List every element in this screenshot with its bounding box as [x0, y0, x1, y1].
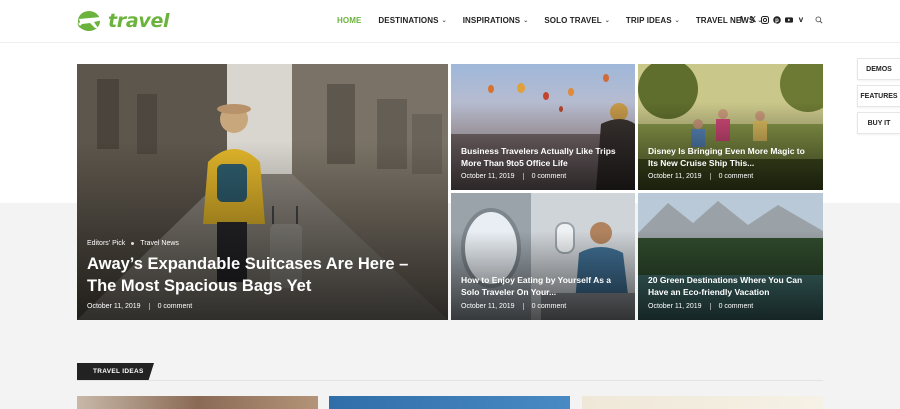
search-icon[interactable] [815, 15, 823, 25]
comment-count[interactable]: 0 comment [532, 173, 567, 180]
post-card[interactable]: Disney Is Bringing Even More Magic to It… [638, 64, 823, 190]
chevron-down-icon: ⌄ [441, 18, 447, 24]
chevron-down-icon: ⌄ [604, 18, 610, 24]
post-meta: October 11, 2019 0 comment [461, 303, 566, 310]
post-date: October 11, 2019 [648, 303, 702, 310]
section-heading: TRAVEL IDEAS [77, 363, 154, 380]
post-meta: October 11, 2019 0 comment [648, 173, 753, 180]
post-title[interactable]: How to Enjoy Eating by Yourself As a Sol… [461, 274, 626, 298]
section-divider [77, 380, 823, 381]
post-meta: October 11, 2019 0 comment [461, 173, 566, 180]
side-panel: DEMOS FEATURES BUY IT [857, 58, 900, 139]
logo-text: travel [108, 10, 170, 32]
meta-divider [522, 303, 524, 310]
nav-label: DESTINATIONS [378, 16, 439, 25]
separator-dot [131, 242, 135, 245]
nav-label: HOME [337, 16, 362, 25]
main-nav: HOME DESTINATIONS ⌄ INSPIRATIONS ⌄ SOLO TR… [337, 16, 779, 25]
post-title[interactable]: Business Travelers Actually Like Trips M… [461, 145, 626, 169]
meta-divider [522, 173, 524, 180]
site-header: travel HOME DESTINATIONS ⌄ INSPIRATIONS ⌄ … [0, 0, 900, 43]
post-date: October 11, 2019 [461, 303, 515, 310]
comment-count[interactable]: 0 comment [532, 303, 567, 310]
meta-divider [709, 173, 711, 180]
demos-button[interactable]: DEMOS [857, 58, 900, 80]
nav-label: TRIP IDEAS [625, 16, 672, 25]
post-thumbnail[interactable] [329, 396, 570, 409]
x-icon[interactable]: 𝕏 [749, 15, 757, 25]
chevron-down-icon: ⌄ [674, 18, 680, 24]
nav-destinations[interactable]: DESTINATIONS ⌄ [378, 16, 446, 25]
chevron-down-icon: ⌄ [523, 18, 529, 24]
category-link[interactable]: Travel News [140, 240, 179, 247]
features-button[interactable]: FEATURES [857, 85, 900, 107]
post-categories: Editors' Pick Travel News [87, 240, 179, 247]
nav-label: SOLO TRAVEL [544, 16, 602, 25]
post-date: October 11, 2019 [648, 173, 702, 180]
nav-trip-ideas[interactable]: TRIP IDEAS ⌄ [626, 16, 680, 25]
meta-divider [148, 303, 150, 310]
post-title[interactable]: 20 Green Destinations Where You Can Have… [648, 274, 813, 298]
post-date: October 11, 2019 [461, 173, 515, 180]
post-card[interactable]: 20 Green Destinations Where You Can Have… [638, 193, 823, 320]
featured-post-title[interactable]: Away’s Expandable Suitcases Are Here – T… [87, 253, 432, 297]
social-links: f 𝕏 p v [737, 15, 827, 25]
buy-it-button[interactable]: BUY IT [857, 112, 900, 134]
post-thumbnail[interactable] [77, 396, 318, 409]
post-meta: October 11, 2019 0 comment [648, 303, 753, 310]
nav-label: INSPIRATIONS [462, 16, 521, 25]
meta-divider [709, 303, 711, 310]
youtube-icon[interactable] [785, 15, 793, 25]
comment-count[interactable]: 0 comment [158, 303, 193, 310]
comment-count[interactable]: 0 comment [719, 173, 754, 180]
featured-post-card[interactable]: Editors' Pick Travel News Away’s Expanda… [77, 64, 448, 320]
post-meta: October 11, 2019 0 comment [87, 303, 192, 310]
post-date: October 11, 2019 [87, 303, 141, 310]
plane-logo-icon [77, 11, 103, 31]
comment-count[interactable]: 0 comment [719, 303, 754, 310]
facebook-icon[interactable]: f [737, 15, 745, 25]
post-card[interactable]: Business Travelers Actually Like Trips M… [451, 64, 635, 190]
nav-home[interactable]: HOME [337, 16, 361, 25]
category-link[interactable]: Editors' Pick [87, 240, 125, 247]
nav-inspirations[interactable]: INSPIRATIONS ⌄ [463, 16, 529, 25]
post-title[interactable]: Disney Is Bringing Even More Magic to It… [648, 145, 813, 169]
nav-solo-travel[interactable]: SOLO TRAVEL ⌄ [544, 16, 610, 25]
pinterest-icon[interactable]: p [773, 15, 781, 25]
instagram-icon[interactable] [761, 15, 769, 25]
site-logo[interactable]: travel [76, 9, 170, 33]
post-thumbnail[interactable] [582, 396, 823, 409]
post-card[interactable]: How to Enjoy Eating by Yourself As a Sol… [451, 193, 635, 320]
svg-text:p: p [775, 18, 779, 24]
vimeo-icon[interactable]: v [797, 15, 805, 25]
